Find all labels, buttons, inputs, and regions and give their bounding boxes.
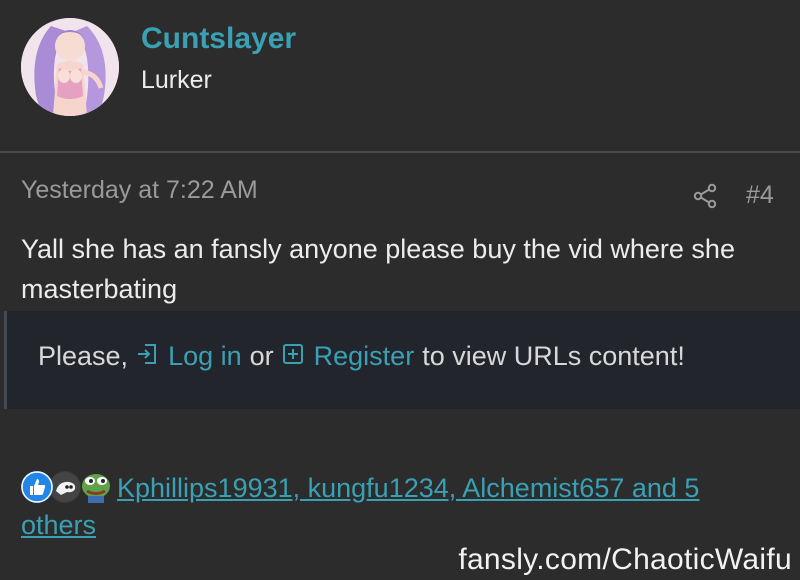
skull-icon — [49, 471, 81, 503]
like-icon — [21, 471, 53, 503]
post-number-link[interactable]: #4 — [746, 181, 774, 210]
pepe-icon — [79, 471, 111, 503]
register-icon — [282, 341, 304, 372]
login-link[interactable]: Log in — [136, 341, 242, 372]
post-body: Yall she has an fansly anyone please buy… — [21, 234, 735, 304]
share-icon[interactable] — [692, 183, 718, 209]
username-link[interactable]: Cuntslayer — [141, 22, 296, 56]
user-header: Cuntslayer Lurker — [0, 0, 800, 150]
notice-or: or — [249, 341, 274, 371]
reactions-users-link[interactable]: Kphillips19931, kungfu1234, Alchemist657… — [117, 473, 699, 504]
avatar[interactable] — [21, 18, 119, 116]
login-icon — [136, 341, 158, 372]
watermark: fansly.com/ChaoticWaifu — [458, 543, 792, 576]
divider — [0, 151, 800, 153]
reaction-icons[interactable] — [21, 471, 115, 507]
notice-text: Please, Log in or Register to view URLs … — [38, 341, 685, 372]
post-timestamp[interactable]: Yesterday at 7:22 AM — [21, 176, 258, 205]
register-label: Register — [313, 341, 415, 371]
notice-prefix: Please, — [38, 341, 129, 371]
reactions-others-link[interactable]: others — [21, 510, 96, 541]
register-link[interactable]: Register — [282, 341, 415, 372]
user-title: Lurker — [141, 66, 212, 94]
url-notice-box: Please, Log in or Register to view URLs … — [4, 311, 800, 409]
login-label: Log in — [168, 341, 242, 371]
notice-suffix: to view URLs content! — [422, 341, 685, 371]
